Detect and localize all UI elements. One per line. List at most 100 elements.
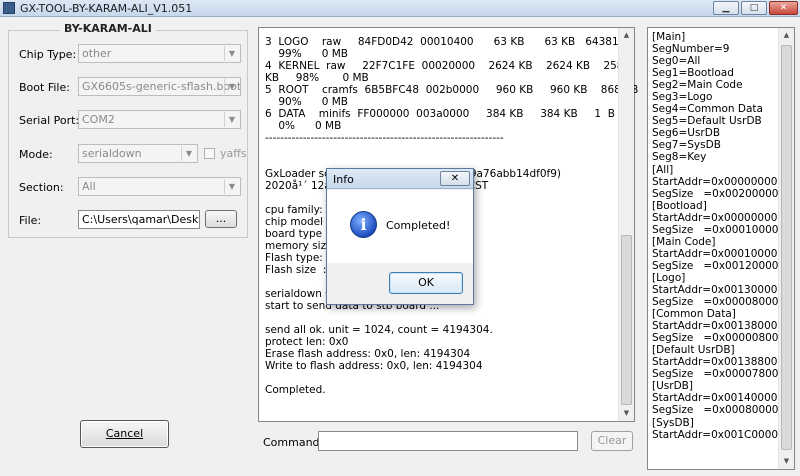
boot-file-value: GX6605s-generic-sflash.boot	[82, 80, 241, 93]
log-scrollbar[interactable]: ▲ ▼	[618, 28, 634, 421]
log-line: KB 98% 0 MB	[265, 72, 369, 84]
log-line: 0% 0 MB	[265, 120, 342, 132]
dialog-close-button[interactable]: ✕	[440, 171, 470, 186]
chevron-down-icon: ▼	[224, 46, 239, 61]
log-scroll-thumb[interactable]	[621, 235, 632, 405]
info-icon: i	[350, 211, 377, 238]
info-dialog: Info ✕ i Completed! OK	[326, 168, 474, 305]
ok-button[interactable]: OK	[389, 272, 463, 294]
config-line: Seg2=Main Code	[652, 79, 743, 92]
chip-type-select[interactable]: other ▼	[78, 44, 241, 63]
boot-file-select[interactable]: GX6605s-generic-sflash.boot ▼	[78, 77, 241, 96]
config-line: StartAddr=0x00130000	[652, 283, 778, 296]
log-line: ----------------------------------------…	[265, 132, 504, 144]
log-line: 4 KERNEL raw 22F7C1FE 00020000 2624 KB 2…	[265, 60, 631, 72]
mode-select[interactable]: serialdown ▼	[78, 144, 198, 163]
config-line: Seg1=Bootload	[652, 67, 734, 80]
config-line: StartAddr=0x001C0000	[652, 428, 779, 441]
config-line: Seg5=Default UsrDB	[652, 115, 762, 128]
config-line: Seg4=Common Data	[652, 103, 763, 116]
log-line: 3 LOGO raw 84FD0D42 00010400 63 KB 63 KB…	[265, 36, 633, 48]
dialog-body: i Completed!	[327, 190, 473, 263]
section-label: Section:	[19, 181, 64, 194]
config-line: [UsrDB]	[652, 380, 693, 393]
config-line: [Bootload]	[652, 199, 707, 212]
clear-button[interactable]: Clear	[591, 431, 633, 451]
section-select[interactable]: All ▼	[78, 177, 241, 196]
segment-config-panel[interactable]: [Main] SegNumber=9 Seg0=All Seg1=Bootload Se…	[647, 27, 795, 470]
scroll-down-icon[interactable]: ▼	[619, 406, 634, 421]
segment-config-text: [Main] SegNumber=9 Seg0=All Seg1=Bootload Se…	[652, 31, 779, 441]
config-line: SegSize =0x00000800	[652, 332, 779, 345]
config-scroll-thumb[interactable]	[781, 45, 792, 450]
config-line: SegSize =0x00120000	[652, 259, 779, 272]
config-line: Seg7=SysDB	[652, 139, 721, 152]
cancel-button[interactable]: Cancel	[80, 420, 169, 448]
window-title: GX-TOOL-BY-KARAM-ALI_V1.051	[20, 2, 193, 15]
config-line: SegSize =0x00008000	[652, 296, 779, 309]
minimize-button[interactable]: ▁	[713, 1, 739, 15]
log-line: 90% 0 MB	[265, 96, 348, 108]
chevron-down-icon: ▼	[224, 112, 239, 127]
chevron-down-icon: ▼	[224, 79, 239, 94]
scroll-up-icon[interactable]: ▲	[779, 28, 794, 43]
serial-port-select[interactable]: COM2 ▼	[78, 110, 241, 129]
close-window-button[interactable]: ✕	[769, 1, 798, 15]
config-line: StartAddr=0x00140000	[652, 392, 778, 405]
log-line: Write to flash address: 0x0, len: 419430…	[265, 360, 483, 372]
file-path-field[interactable]: C:\Users\qamar\Desktop\	[78, 210, 200, 229]
file-label: File:	[19, 214, 42, 227]
config-line: SegSize =0x00010000	[652, 223, 779, 236]
app-icon	[3, 2, 15, 14]
scroll-up-icon[interactable]: ▲	[619, 28, 634, 43]
config-line: [SysDB]	[652, 416, 694, 429]
dialog-titlebar: Info ✕	[327, 169, 473, 189]
log-line: 99% 0 MB	[265, 48, 348, 60]
log-line: protect len: 0x0	[265, 336, 349, 348]
group-title: BY-KARAM-ALI	[60, 22, 156, 35]
browse-button[interactable]: ...	[205, 210, 237, 228]
mode-value: serialdown	[82, 147, 142, 160]
config-line: StartAddr=0x00000000	[652, 211, 778, 224]
yaffs-label: yaffs	[220, 147, 247, 160]
window-titlebar: GX-TOOL-BY-KARAM-ALI_V1.051 ▁ □ ✕	[0, 0, 800, 17]
config-line: StartAddr=0x00138000	[652, 320, 778, 333]
command-label: Command:	[263, 436, 324, 449]
config-line: [Main Code]	[652, 235, 716, 248]
config-line: Seg8=Key	[652, 151, 707, 164]
config-line: SegNumber=9	[652, 43, 730, 56]
section-value: All	[82, 180, 96, 193]
chip-type-label: Chip Type:	[19, 48, 77, 61]
chevron-down-icon: ▼	[224, 179, 239, 194]
config-line: [Common Data]	[652, 308, 736, 321]
config-scrollbar[interactable]: ▲ ▼	[778, 28, 794, 469]
command-input[interactable]	[318, 431, 578, 451]
config-line: Seg3=Logo	[652, 91, 713, 104]
config-line: Seg0=All	[652, 55, 701, 68]
config-line: [All]	[652, 163, 674, 176]
config-line: SegSize =0x00007800	[652, 368, 779, 381]
cancel-label: Cancel	[105, 427, 144, 440]
dialog-message: Completed!	[386, 219, 451, 232]
config-line: SegSize =0x00080000	[652, 404, 779, 417]
config-line: SegSize =0x00200000	[652, 187, 779, 200]
yaffs-checkbox[interactable]	[204, 148, 215, 159]
log-line: Erase flash address: 0x0, len: 4194304	[265, 348, 471, 360]
serial-port-label: Serial Port:	[19, 114, 80, 127]
log-line: 6 DATA minifs FF000000 003a0000 384 KB 3…	[265, 108, 615, 120]
config-line: StartAddr=0x00010000	[652, 247, 778, 260]
maximize-button[interactable]: □	[741, 1, 767, 15]
log-line: 5 ROOT cramfs 6B5BFC48 002b0000 960 KB 9…	[265, 84, 639, 96]
dialog-title: Info	[333, 173, 354, 186]
config-line: [Main]	[652, 31, 686, 43]
scroll-down-icon[interactable]: ▼	[779, 454, 794, 469]
log-line: send all ok. unit = 1024, count = 419430…	[265, 324, 493, 336]
config-line: [Default UsrDB]	[652, 344, 735, 357]
config-line: Seg6=UsrDB	[652, 127, 721, 140]
boot-file-label: Boot File:	[19, 81, 70, 94]
config-line: StartAddr=0x00000000	[652, 175, 778, 188]
